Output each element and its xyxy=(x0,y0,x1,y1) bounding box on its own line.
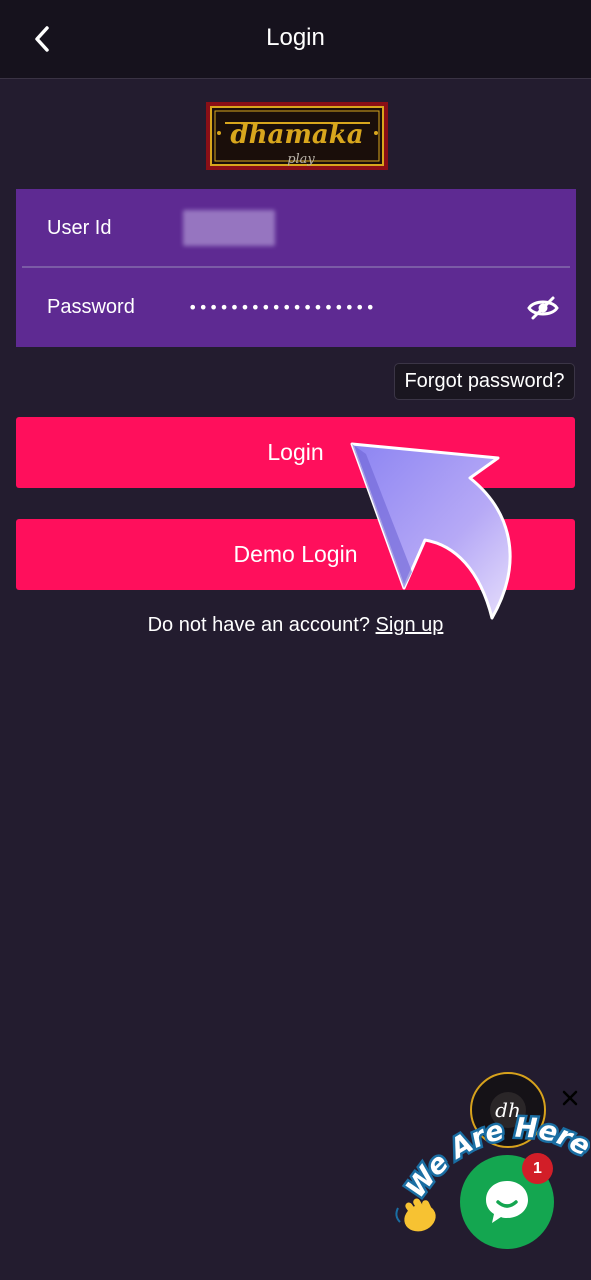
forgot-password-button[interactable]: Forgot password? xyxy=(394,363,575,400)
userid-input[interactable] xyxy=(183,210,275,246)
password-row: Password xyxy=(16,268,576,346)
chat-bubble-icon xyxy=(486,1181,528,1223)
userid-label: User Id xyxy=(47,217,112,239)
dhamaka-play-logo: dhamaka play xyxy=(205,100,390,174)
signup-prompt: Do not have an account? xyxy=(147,614,370,636)
login-button[interactable]: Login xyxy=(16,417,575,488)
password-label: Password xyxy=(47,296,135,318)
password-input[interactable] xyxy=(188,292,488,322)
page-title: Login xyxy=(266,24,325,51)
svg-text:play: play xyxy=(287,152,315,167)
waving-hand-icon xyxy=(395,1198,436,1232)
svg-text:dhamaka: dhamaka xyxy=(230,120,363,150)
signup-row: Do not have an account? Sign up xyxy=(0,614,591,637)
signup-link[interactable]: Sign up xyxy=(376,614,444,636)
demo-login-button[interactable]: Demo Login xyxy=(16,519,575,590)
login-form: User Id Password xyxy=(16,189,576,347)
eye-off-icon xyxy=(527,296,559,320)
unread-count-badge: 1 xyxy=(522,1153,553,1184)
userid-row: User Id xyxy=(16,189,576,267)
app-header: Login xyxy=(0,0,591,79)
toggle-password-visibility-button[interactable] xyxy=(526,293,560,323)
